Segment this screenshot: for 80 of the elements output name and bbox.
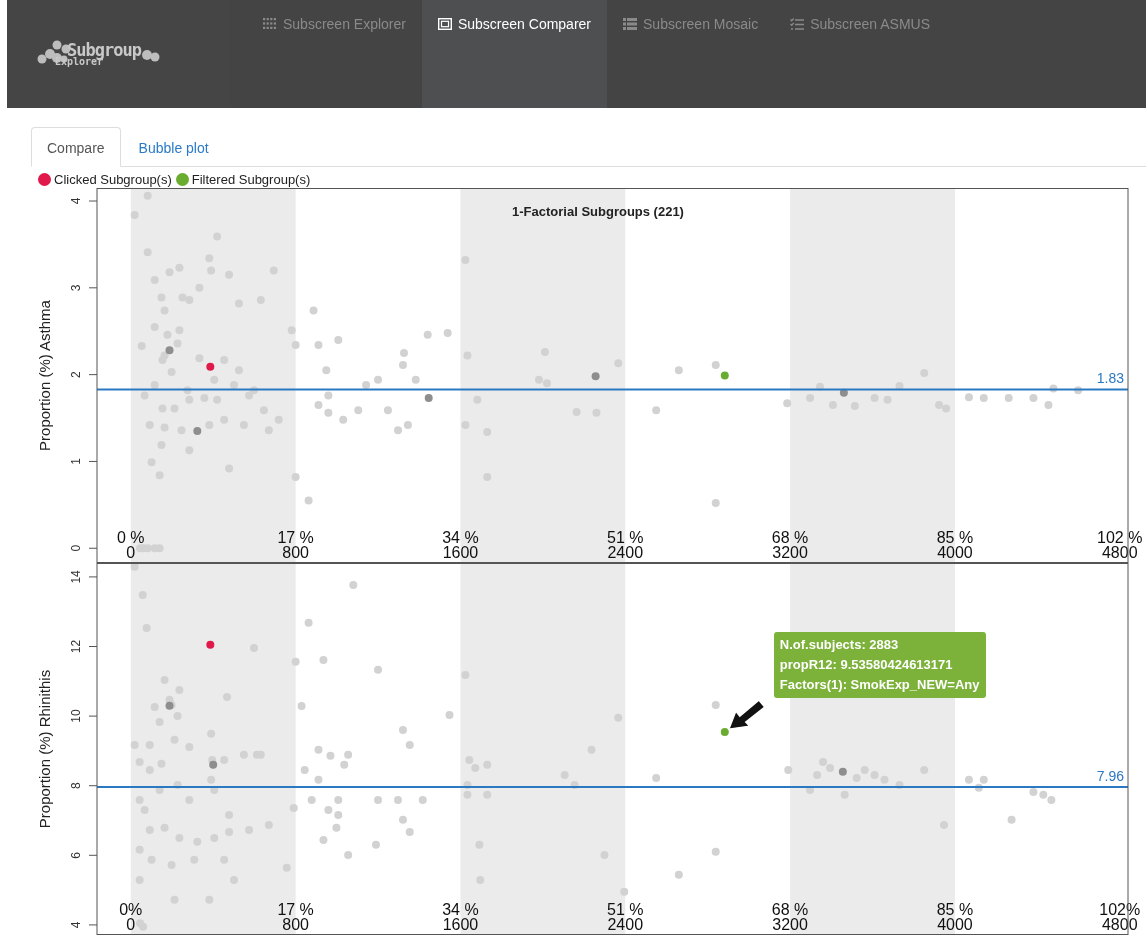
y-tick-label: 1 xyxy=(69,458,83,465)
data-point[interactable] xyxy=(130,563,139,571)
data-point[interactable] xyxy=(206,362,215,371)
x-tick-percent: 34 % xyxy=(442,529,479,546)
data-point[interactable] xyxy=(806,785,815,794)
checklist-icon xyxy=(790,18,805,30)
chart-title: 1-Factorial Subgroups (221) xyxy=(512,204,684,219)
x-tick-label: 800 xyxy=(282,544,309,561)
y-tick-label: 12 xyxy=(69,639,83,654)
x-tick-label: 4000 xyxy=(937,916,973,933)
data-point[interactable] xyxy=(1074,386,1083,395)
x-tick-label: 2400 xyxy=(607,916,644,933)
logo-title: Subgroup xyxy=(67,41,141,59)
y-tick-label: 3 xyxy=(69,284,83,292)
x-tick-percent: 34 % xyxy=(442,901,479,918)
tab[interactable]: Compare xyxy=(31,127,121,167)
image-frame-icon xyxy=(437,18,452,30)
data-point[interactable] xyxy=(816,382,824,391)
data-point[interactable] xyxy=(210,785,219,794)
x-tick-percent: 0% xyxy=(119,901,143,918)
x-tick-label: 800 xyxy=(282,916,309,933)
x-tick-label: 0 xyxy=(126,544,136,561)
y-tick-label: 4 xyxy=(69,921,83,929)
grid-dots-icon xyxy=(263,18,277,30)
data-point[interactable] xyxy=(206,640,215,649)
x-tick-percent: 85 % xyxy=(936,529,974,546)
x-tick-percent: 51 % xyxy=(607,529,644,546)
x-tick-percent: 17 % xyxy=(277,529,314,546)
x-tick-label: 3200 xyxy=(772,544,808,561)
data-point[interactable] xyxy=(183,386,192,395)
y-tick-label: 10 xyxy=(69,709,83,723)
data-point[interactable] xyxy=(839,388,848,397)
data-point[interactable] xyxy=(173,781,182,789)
data-point[interactable] xyxy=(1049,384,1058,393)
tab[interactable]: Bubble plot xyxy=(122,127,225,167)
y-tick-label: 6 xyxy=(69,851,83,859)
data-point[interactable] xyxy=(150,381,159,390)
y-tick-label: 2 xyxy=(69,371,83,378)
x-tick-label: 2400 xyxy=(607,544,644,561)
nav-tab[interactable]: Subscreen Mosaic xyxy=(607,0,775,108)
x-tick-label: 0 xyxy=(126,916,136,933)
x-tick-percent: 68 % xyxy=(771,901,809,918)
x-tick-percent: 102 % xyxy=(1097,529,1143,546)
x-tick-percent: 17 % xyxy=(277,901,314,918)
nav-tab[interactable]: Subscreen Explorer xyxy=(230,0,422,108)
y-tick-label: 4 xyxy=(69,197,83,205)
data-point[interactable] xyxy=(424,394,433,403)
reference-value: 7.96 xyxy=(1096,768,1124,785)
data-point[interactable] xyxy=(895,381,904,390)
reference-value: 1.83 xyxy=(1096,370,1124,387)
y-tick-label: 14 xyxy=(69,570,83,584)
data-point[interactable] xyxy=(362,381,371,390)
y-axis-title: Proportion (%) Asthma xyxy=(36,300,53,451)
data-point[interactable] xyxy=(463,781,472,789)
x-tick-percent: 51 % xyxy=(607,901,644,918)
x-tick-label: 4000 xyxy=(937,544,973,561)
data-point[interactable] xyxy=(155,785,164,794)
tooltip: N.of.subjects: 2883 propR12: 9.53580424613171 Factors(1): SmokExp_NEW=Any xyxy=(773,632,986,699)
x-tick-label: 1600 xyxy=(442,916,479,933)
data-point[interactable] xyxy=(974,783,983,792)
x-tick-label: 4800 xyxy=(1101,544,1138,561)
x-tick-percent: 68 % xyxy=(771,529,809,546)
legend-label: Filtered Subgroup(s) xyxy=(191,172,311,187)
x-tick-percent: 0 % xyxy=(117,529,145,546)
x-tick-percent: 102% xyxy=(1099,901,1141,918)
data-point[interactable] xyxy=(895,781,904,789)
data-point[interactable] xyxy=(230,381,238,390)
legend-label: Clicked Subgroup(s) xyxy=(54,172,172,187)
data-point[interactable] xyxy=(570,781,579,789)
nav-tab[interactable]: Subscreen ASMUS xyxy=(774,0,947,108)
x-tick-label: 4800 xyxy=(1101,916,1138,933)
y-axis-title: Proportion (%) Rhinithis xyxy=(36,669,53,829)
list-icon xyxy=(623,18,637,30)
x-tick-label: 3200 xyxy=(772,916,808,933)
x-tick-percent: 85 % xyxy=(936,901,974,918)
cursor-arrow-icon xyxy=(727,699,766,731)
y-tick-label: 0 xyxy=(69,544,83,552)
y-tick-label: 8 xyxy=(69,782,83,790)
nav-tab[interactable]: Subscreen Comparer xyxy=(421,0,607,108)
x-tick-label: 1600 xyxy=(442,544,479,561)
